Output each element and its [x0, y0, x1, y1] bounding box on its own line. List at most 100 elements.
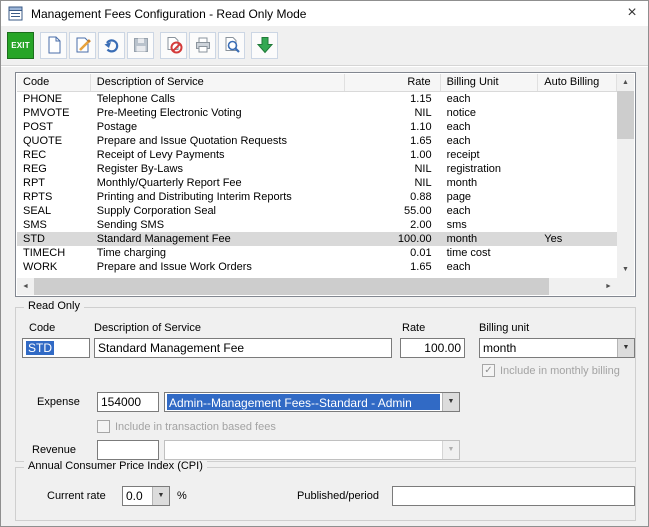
- cell-code: SMS: [23, 219, 47, 231]
- cell-rate: NIL: [414, 107, 432, 119]
- expense-account-value: Admin--Management Fees--Standard - Admin: [167, 394, 440, 410]
- include-monthly-checkbox[interactable]: ✓ Include in monthly billing: [482, 364, 620, 377]
- cell-code: WORK: [23, 261, 58, 273]
- cell-description: Printing and Distributing Interim Report…: [96, 191, 292, 203]
- cell-auto: [538, 92, 617, 106]
- cpi-group: Annual Consumer Price Index (CPI) Curren…: [15, 460, 636, 521]
- window-icon: [8, 6, 23, 21]
- save-button[interactable]: [127, 31, 154, 59]
- scroll-up-icon[interactable]: ▲: [617, 74, 634, 91]
- cell-code: PHONE: [23, 93, 63, 105]
- revenue-account-dropdown[interactable]: ▼: [164, 440, 460, 460]
- table-row[interactable]: POST Postage 1.10 each: [17, 120, 617, 134]
- expense-account-dropdown[interactable]: Admin--Management Fees--Standard - Admin…: [164, 392, 460, 412]
- expense-label: Expense: [37, 396, 80, 408]
- edit-button[interactable]: [69, 31, 96, 59]
- cell-unit: receipt: [446, 149, 480, 161]
- table-row[interactable]: PMVOTE Pre-Meeting Electronic Voting NIL no…: [17, 106, 617, 120]
- horizontal-scrollbar[interactable]: ◄ ►: [17, 278, 617, 295]
- preview-icon: [225, 37, 240, 53]
- cell-auto: [538, 120, 617, 134]
- billing-unit-label: Billing unit: [479, 322, 530, 334]
- table-row[interactable]: SMS Sending SMS 2.00 sms: [17, 218, 617, 232]
- cell-description: Supply Corporation Seal: [96, 205, 217, 217]
- published-period-label: Published/period: [297, 490, 379, 502]
- cell-code: REC: [23, 149, 47, 161]
- cell-code: TIMECH: [23, 247, 66, 259]
- cell-code: REG: [23, 163, 47, 175]
- scroll-right-icon[interactable]: ►: [600, 278, 617, 295]
- cell-code: RPT: [23, 177, 45, 189]
- chevron-down-icon[interactable]: ▼: [442, 441, 459, 459]
- table-row[interactable]: SEAL Supply Corporation Seal 55.00 each: [17, 204, 617, 218]
- include-transaction-label: Include in transaction based fees: [115, 420, 276, 433]
- cell-rate: 1.65: [410, 135, 432, 147]
- cell-rate: 100.00: [397, 233, 432, 245]
- column-header-code[interactable]: Code: [17, 74, 91, 91]
- cell-unit: each: [446, 205, 471, 217]
- table-row[interactable]: PHONE Telephone Calls 1.15 each: [17, 92, 617, 106]
- cell-auto: [538, 204, 617, 218]
- table-row[interactable]: QUOTE Prepare and Issue Quotation Request…: [17, 134, 617, 148]
- table-row[interactable]: TIMECH Time charging 0.01 time cost: [17, 246, 617, 260]
- chevron-down-icon[interactable]: ▼: [152, 487, 169, 505]
- cell-code: RPTS: [23, 191, 53, 203]
- preview-button[interactable]: [218, 31, 245, 59]
- cell-unit: page: [446, 191, 472, 203]
- delete-button[interactable]: [160, 31, 187, 59]
- column-header-rate[interactable]: Rate: [345, 74, 441, 91]
- include-transaction-checkbox[interactable]: Include in transaction based fees: [97, 420, 276, 433]
- cell-code: SEAL: [23, 205, 52, 217]
- checkbox-box-icon: [97, 420, 110, 433]
- print-button[interactable]: [189, 31, 216, 59]
- cell-rate: NIL: [414, 163, 432, 175]
- cell-description: Receipt of Levy Payments: [96, 149, 225, 161]
- exit-button[interactable]: EXIT: [7, 31, 34, 59]
- published-period-field[interactable]: [392, 486, 635, 506]
- down-arrow-icon: [256, 37, 273, 54]
- chevron-down-icon[interactable]: ▼: [442, 393, 459, 411]
- chevron-down-icon[interactable]: ▼: [617, 339, 634, 357]
- current-rate-dropdown[interactable]: 0.0 ▼: [122, 486, 170, 506]
- undo-icon: [104, 39, 118, 53]
- scroll-left-icon[interactable]: ◄: [17, 278, 34, 295]
- rate-field[interactable]: 100.00: [400, 338, 465, 358]
- new-button[interactable]: [40, 31, 67, 59]
- table-row[interactable]: WORK Prepare and Issue Work Orders 1.65 eac…: [17, 260, 617, 274]
- vertical-scrollbar[interactable]: ▲ ▼: [617, 74, 634, 278]
- column-header-auto-billing[interactable]: Auto Billing: [538, 74, 617, 91]
- description-field[interactable]: Standard Management Fee: [94, 338, 392, 358]
- column-header-billing-unit[interactable]: Billing Unit: [441, 74, 539, 91]
- read-only-group-label: Read Only: [24, 300, 84, 312]
- table-row[interactable]: STD Standard Management Fee 100.00 month Yes: [17, 232, 617, 246]
- cell-unit: time cost: [446, 247, 491, 259]
- cell-unit: notice: [446, 107, 476, 119]
- table-row[interactable]: RPT Monthly/Quarterly Report Fee NIL month: [17, 176, 617, 190]
- cell-code: PMVOTE: [23, 107, 70, 119]
- save-icon: [133, 38, 148, 52]
- dialog-window: Management Fees Configuration - Read Onl…: [0, 0, 649, 527]
- code-field[interactable]: STD: [22, 338, 90, 358]
- table-row[interactable]: RPTS Printing and Distributing Interim Re…: [17, 190, 617, 204]
- cell-auto: [538, 218, 617, 232]
- cell-unit: month: [446, 177, 478, 189]
- scroll-down-icon[interactable]: ▼: [617, 261, 634, 278]
- revenue-account-value: [165, 441, 441, 459]
- billing-unit-dropdown[interactable]: month ▼: [479, 338, 635, 358]
- cpi-group-label: Annual Consumer Price Index (CPI): [24, 460, 207, 472]
- revenue-code-field[interactable]: [97, 440, 159, 460]
- cell-description: Pre-Meeting Electronic Voting: [96, 107, 242, 119]
- close-button[interactable]: ×: [616, 1, 648, 26]
- expense-code-field[interactable]: 154000: [97, 392, 159, 412]
- export-button[interactable]: [251, 31, 278, 59]
- vertical-scroll-thumb[interactable]: [617, 91, 634, 139]
- table-row[interactable]: REG Register By-Laws NIL registration: [17, 162, 617, 176]
- code-field-value: STD: [26, 341, 54, 355]
- column-header-description[interactable]: Description of Service: [91, 74, 345, 91]
- cell-rate: 55.00: [404, 205, 432, 217]
- cell-auto: [538, 134, 617, 148]
- cell-unit: registration: [446, 163, 501, 175]
- table-row[interactable]: REC Receipt of Levy Payments 1.00 receipt: [17, 148, 617, 162]
- undo-button[interactable]: [98, 31, 125, 59]
- horizontal-scroll-thumb[interactable]: [34, 278, 549, 295]
